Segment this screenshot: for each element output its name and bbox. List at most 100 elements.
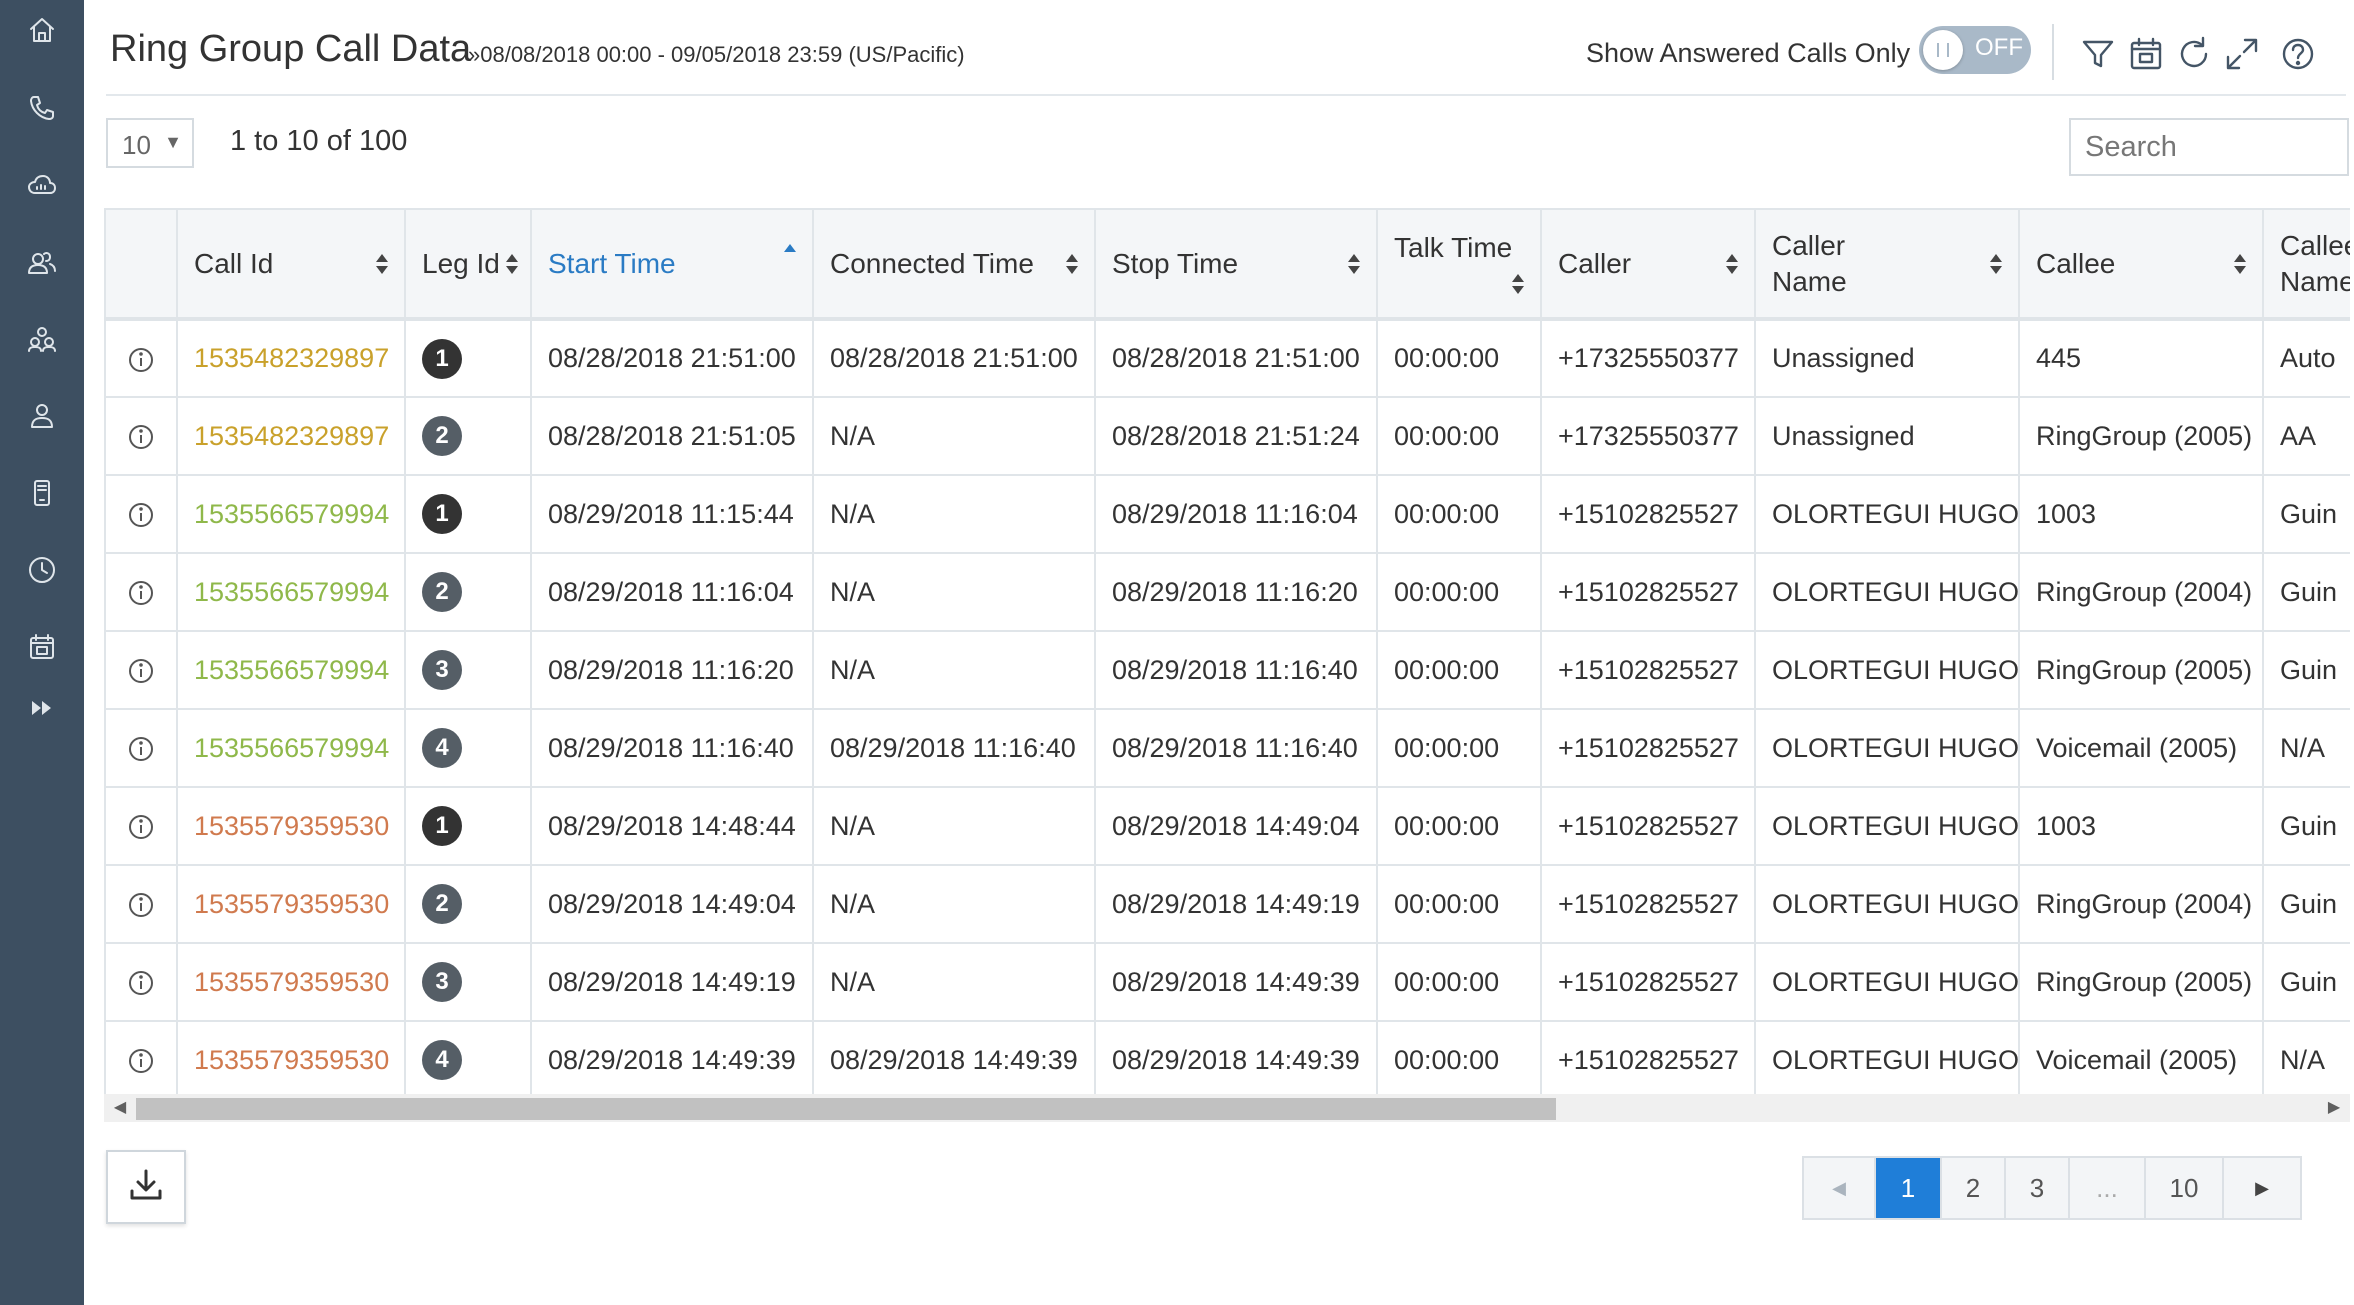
callee-cell: RingGroup (2004) <box>2018 864 2264 944</box>
scroll-left-icon[interactable]: ◀ <box>108 1096 132 1120</box>
call-id-link[interactable]: 1535566579994 <box>194 733 389 763</box>
col-start-time-label: Start Time <box>548 247 676 279</box>
talk-time-cell: 00:00:00 <box>1376 786 1542 866</box>
phone-icon <box>26 92 58 129</box>
leg-badge: 1 <box>422 338 462 379</box>
info-icon[interactable] <box>127 891 155 919</box>
leg-badge: 2 <box>422 884 462 924</box>
nav-users[interactable] <box>0 234 84 294</box>
call-id-link[interactable]: 1535579359530 <box>194 811 389 841</box>
info-icon[interactable] <box>127 735 155 763</box>
callee-cell: 1003 <box>2018 786 2264 866</box>
col-callee[interactable]: Callee <box>2018 208 2264 321</box>
leg-id-cell: 3 <box>404 630 532 710</box>
nav-home[interactable] <box>0 2 84 62</box>
leg-badge: 4 <box>422 1040 462 1080</box>
toggle-knob <box>1923 30 1963 70</box>
talk-time-cell: 00:00:00 <box>1376 1020 1542 1100</box>
info-cell <box>104 396 178 476</box>
call-id-link[interactable]: 1535482329897 <box>194 421 389 451</box>
call-id-link[interactable]: 1535579359530 <box>194 889 389 919</box>
horizontal-scrollbar[interactable]: ◀ ▶ <box>104 1094 2350 1122</box>
filter-button[interactable] <box>2078 34 2118 74</box>
call-id-link[interactable]: 1535566579994 <box>194 655 389 685</box>
col-caller[interactable]: Caller <box>1540 208 1756 321</box>
next-page-button[interactable]: ▶ <box>2224 1158 2300 1218</box>
call-id-link[interactable]: 1535566579994 <box>194 577 389 607</box>
nav-devices[interactable] <box>0 465 84 525</box>
info-icon[interactable] <box>127 1047 155 1075</box>
scrollbar-thumb[interactable] <box>136 1098 1556 1120</box>
info-icon[interactable] <box>127 813 155 841</box>
nav-cloud[interactable] <box>0 157 84 217</box>
page-size-select[interactable]: 10 ▼ <box>106 118 194 168</box>
stop-time-cell: 08/29/2018 11:16:20 <box>1094 552 1378 632</box>
nav-expand[interactable] <box>0 680 84 740</box>
info-icon[interactable] <box>127 501 155 529</box>
caller-name-cell: OLORTEGUI HUGO <box>1754 474 2020 554</box>
leg-id-cell: 2 <box>404 864 532 944</box>
info-icon[interactable] <box>127 579 155 607</box>
nav-user[interactable] <box>0 388 84 448</box>
help-button[interactable] <box>2278 34 2318 74</box>
page-button-2[interactable]: 2 <box>1942 1158 2006 1218</box>
callee-name-cell: N/A <box>2262 708 2350 788</box>
nav-groups[interactable] <box>0 311 84 371</box>
col-talk-time[interactable]: Talk Time <box>1376 208 1542 321</box>
nav-calls[interactable] <box>0 80 84 140</box>
prev-page-button[interactable]: ◀ <box>1804 1158 1876 1218</box>
filter-icon <box>2078 40 2118 78</box>
callee-name-cell: Guin <box>2262 552 2350 632</box>
search-input[interactable] <box>2069 118 2349 176</box>
call-id-link[interactable]: 1535482329897 <box>194 343 389 373</box>
col-connected-time[interactable]: Connected Time <box>812 208 1096 321</box>
col-leg-id[interactable]: Leg Id <box>404 208 532 321</box>
fullscreen-button[interactable] <box>2222 34 2262 74</box>
col-call-id[interactable]: Call Id <box>176 208 406 321</box>
col-stop-time[interactable]: Stop Time <box>1094 208 1378 321</box>
refresh-button[interactable] <box>2174 34 2214 74</box>
call-id-cell: 1535579359530 <box>176 1020 406 1100</box>
leg-badge: 1 <box>422 806 462 846</box>
nav-schedule[interactable] <box>0 619 84 679</box>
clock-icon <box>26 554 58 591</box>
talk-time-cell: 00:00:00 <box>1376 318 1542 398</box>
fullscreen-icon <box>2222 38 2262 78</box>
call-id-link[interactable]: 1535579359530 <box>194 1045 389 1075</box>
info-icon[interactable] <box>127 346 155 374</box>
page-button-3[interactable]: 3 <box>2006 1158 2070 1218</box>
page-button-1[interactable]: 1 <box>1876 1158 1942 1218</box>
page-button-10[interactable]: 10 <box>2146 1158 2224 1218</box>
stop-time-cell: 08/29/2018 11:16:40 <box>1094 708 1378 788</box>
col-start-time[interactable]: Start Time <box>530 208 814 321</box>
start-time-cell: 08/29/2018 11:16:40 <box>530 708 814 788</box>
download-button[interactable] <box>106 1150 186 1224</box>
info-icon[interactable] <box>127 969 155 997</box>
date-picker-button[interactable] <box>2126 34 2166 74</box>
connected-time-cell: N/A <box>812 552 1096 632</box>
call-id-cell: 1535566579994 <box>176 552 406 632</box>
caller-cell: +15102825527 <box>1540 552 1756 632</box>
info-icon[interactable] <box>127 423 155 451</box>
callee-name-cell: Guin <box>2262 474 2350 554</box>
caller-name-cell: Unassigned <box>1754 318 2020 398</box>
stop-time-cell: 08/28/2018 21:51:00 <box>1094 318 1378 398</box>
callee-cell: Voicemail (2005) <box>2018 708 2264 788</box>
caller-name-cell: OLORTEGUI HUGO <box>1754 552 2020 632</box>
cloud-icon <box>26 169 58 206</box>
scroll-right-icon[interactable]: ▶ <box>2322 1096 2346 1120</box>
user-icon <box>26 400 58 437</box>
col-callee-name[interactable]: Callee Name <box>2262 208 2350 321</box>
answered-calls-toggle[interactable]: OFF <box>1919 26 2031 74</box>
info-cell <box>104 708 178 788</box>
nav-history[interactable] <box>0 542 84 602</box>
download-icon <box>126 1165 166 1210</box>
call-id-link[interactable]: 1535566579994 <box>194 499 389 529</box>
info-icon[interactable] <box>127 657 155 685</box>
call-data-table: Call Id Leg Id Start Time Connected Time… <box>104 208 2350 1128</box>
info-cell <box>104 552 178 632</box>
col-caller-name[interactable]: Caller Name <box>1754 208 2020 321</box>
group-icon <box>26 323 58 360</box>
call-id-link[interactable]: 1535579359530 <box>194 967 389 997</box>
connected-time-cell: 08/29/2018 11:16:40 <box>812 708 1096 788</box>
